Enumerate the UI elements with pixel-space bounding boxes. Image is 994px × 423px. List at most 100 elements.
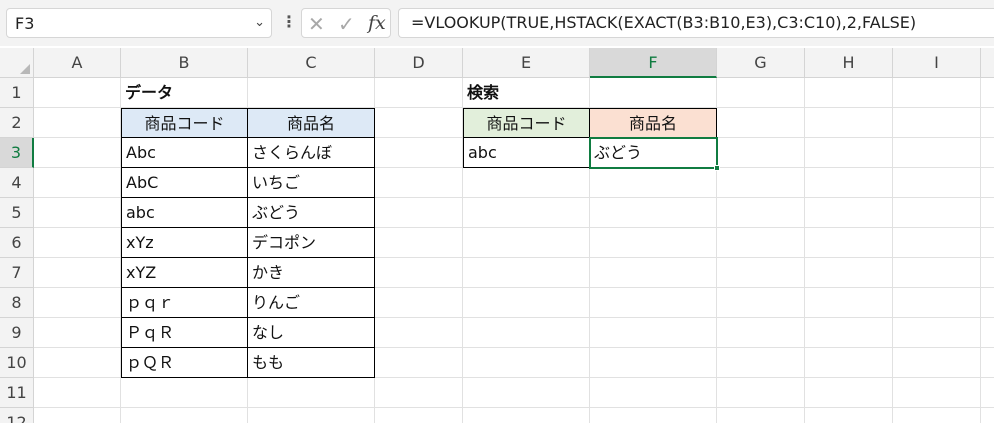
grid-cell[interactable]: [590, 348, 717, 378]
grid-cell[interactable]: [805, 408, 893, 423]
data-table-title[interactable]: データ: [121, 78, 248, 108]
data-code-cell[interactable]: ｐＱＲ: [121, 347, 248, 378]
insert-function-icon[interactable]: fx: [368, 12, 386, 34]
grid-cell[interactable]: [893, 228, 981, 258]
data-name-cell[interactable]: なし: [247, 317, 375, 348]
grid-cell[interactable]: [375, 318, 463, 348]
grid-cell[interactable]: [375, 348, 463, 378]
grid-cell[interactable]: [463, 348, 590, 378]
grid-cell[interactable]: [981, 378, 994, 408]
grid-cell[interactable]: [981, 348, 994, 378]
grid-cell[interactable]: [893, 108, 981, 138]
grid-cell[interactable]: [248, 408, 375, 423]
grid-cell[interactable]: [717, 78, 805, 108]
column-header-h[interactable]: H: [805, 48, 893, 78]
row-header-3[interactable]: 3: [0, 138, 34, 168]
grid-cell[interactable]: [34, 228, 121, 258]
row-header-8[interactable]: 8: [0, 288, 34, 318]
fill-handle[interactable]: [714, 165, 720, 171]
grid-cell[interactable]: [893, 408, 981, 423]
row-header-11[interactable]: 11: [0, 378, 34, 408]
grid-cell[interactable]: [805, 78, 893, 108]
grid-cell[interactable]: [590, 318, 717, 348]
grid-cell[interactable]: [375, 408, 463, 423]
grid-cell[interactable]: [375, 108, 463, 138]
grid-cell[interactable]: [34, 258, 121, 288]
data-code-cell[interactable]: ｐｑｒ: [121, 287, 248, 318]
grid-cell[interactable]: [893, 348, 981, 378]
grid-cell[interactable]: [717, 168, 805, 198]
grid-cell[interactable]: [981, 168, 994, 198]
grid-cell[interactable]: [893, 378, 981, 408]
grid-cell[interactable]: [893, 168, 981, 198]
grid-cell[interactable]: [590, 378, 717, 408]
row-header-1[interactable]: 1: [0, 78, 34, 108]
grid-cell[interactable]: [805, 348, 893, 378]
grid-cell[interactable]: [463, 288, 590, 318]
grid-cell[interactable]: [805, 228, 893, 258]
grid-cell[interactable]: [717, 378, 805, 408]
data-code-cell[interactable]: abc: [121, 197, 248, 228]
grid-cell[interactable]: [34, 408, 121, 423]
grid-cell[interactable]: [717, 348, 805, 378]
grid-cell[interactable]: [717, 138, 805, 168]
data-name-cell[interactable]: もも: [247, 347, 375, 378]
search-code-input-cell[interactable]: abc: [463, 137, 590, 168]
grid-cell[interactable]: [717, 228, 805, 258]
search-result-cell[interactable]: ぶどう: [589, 137, 718, 169]
column-header-f[interactable]: F: [590, 48, 717, 78]
data-name-cell[interactable]: りんご: [247, 287, 375, 318]
grid-cell[interactable]: [981, 108, 994, 138]
column-header-i[interactable]: I: [893, 48, 981, 78]
search-header-name[interactable]: 商品名: [589, 108, 717, 138]
grid-cell[interactable]: [121, 378, 248, 408]
grid-cell[interactable]: [590, 228, 717, 258]
row-header-4[interactable]: 4: [0, 168, 34, 198]
grid-cell[interactable]: [463, 228, 590, 258]
grid-cell[interactable]: [121, 408, 248, 423]
grid-cell[interactable]: [34, 138, 121, 168]
grid-cell[interactable]: [805, 138, 893, 168]
grid-cell[interactable]: [590, 258, 717, 288]
column-header-d[interactable]: D: [375, 48, 463, 78]
grid-cell[interactable]: [981, 408, 994, 423]
data-name-cell[interactable]: ぶどう: [247, 197, 375, 228]
row-header-12[interactable]: 12: [0, 408, 34, 423]
grid-cell[interactable]: [981, 288, 994, 318]
grid-cell[interactable]: [590, 168, 717, 198]
search-table-title[interactable]: 検索: [463, 78, 590, 108]
grid-cell[interactable]: [590, 198, 717, 228]
formula-input[interactable]: =VLOOKUP(TRUE,HSTACK(EXACT(B3:B10,E3),C3…: [398, 8, 994, 38]
column-header-b[interactable]: B: [121, 48, 248, 78]
grid-cell[interactable]: [981, 258, 994, 288]
grid-cell[interactable]: [248, 378, 375, 408]
grid-cell[interactable]: [893, 78, 981, 108]
grid-cell[interactable]: [375, 138, 463, 168]
grid-cell[interactable]: [981, 228, 994, 258]
row-header-9[interactable]: 9: [0, 318, 34, 348]
data-code-cell[interactable]: ＰｑＲ: [121, 317, 248, 348]
data-name-cell[interactable]: さくらんぼ: [247, 137, 375, 168]
grid-cell[interactable]: [34, 168, 121, 198]
grid-cell[interactable]: [893, 258, 981, 288]
grid-cell[interactable]: [893, 138, 981, 168]
grid-cell[interactable]: [375, 378, 463, 408]
grid-cell[interactable]: [34, 108, 121, 138]
grid-cell[interactable]: [717, 258, 805, 288]
data-name-cell[interactable]: かき: [247, 257, 375, 288]
grid-cell[interactable]: [34, 348, 121, 378]
grid-cell[interactable]: [463, 198, 590, 228]
data-code-cell[interactable]: AbC: [121, 167, 248, 198]
row-header-7[interactable]: 7: [0, 258, 34, 288]
grid-cell[interactable]: [893, 318, 981, 348]
grid-cell[interactable]: [717, 408, 805, 423]
data-name-cell[interactable]: デコポン: [247, 227, 375, 258]
enter-icon[interactable]: ✓: [338, 12, 355, 36]
grid-cell[interactable]: [893, 198, 981, 228]
more-options-icon[interactable]: ⋮: [281, 12, 297, 31]
grid-cell[interactable]: [805, 198, 893, 228]
grid-cell[interactable]: [375, 198, 463, 228]
grid-cell[interactable]: [590, 78, 717, 108]
column-header-next[interactable]: [981, 48, 994, 78]
column-header-a[interactable]: A: [34, 48, 121, 78]
